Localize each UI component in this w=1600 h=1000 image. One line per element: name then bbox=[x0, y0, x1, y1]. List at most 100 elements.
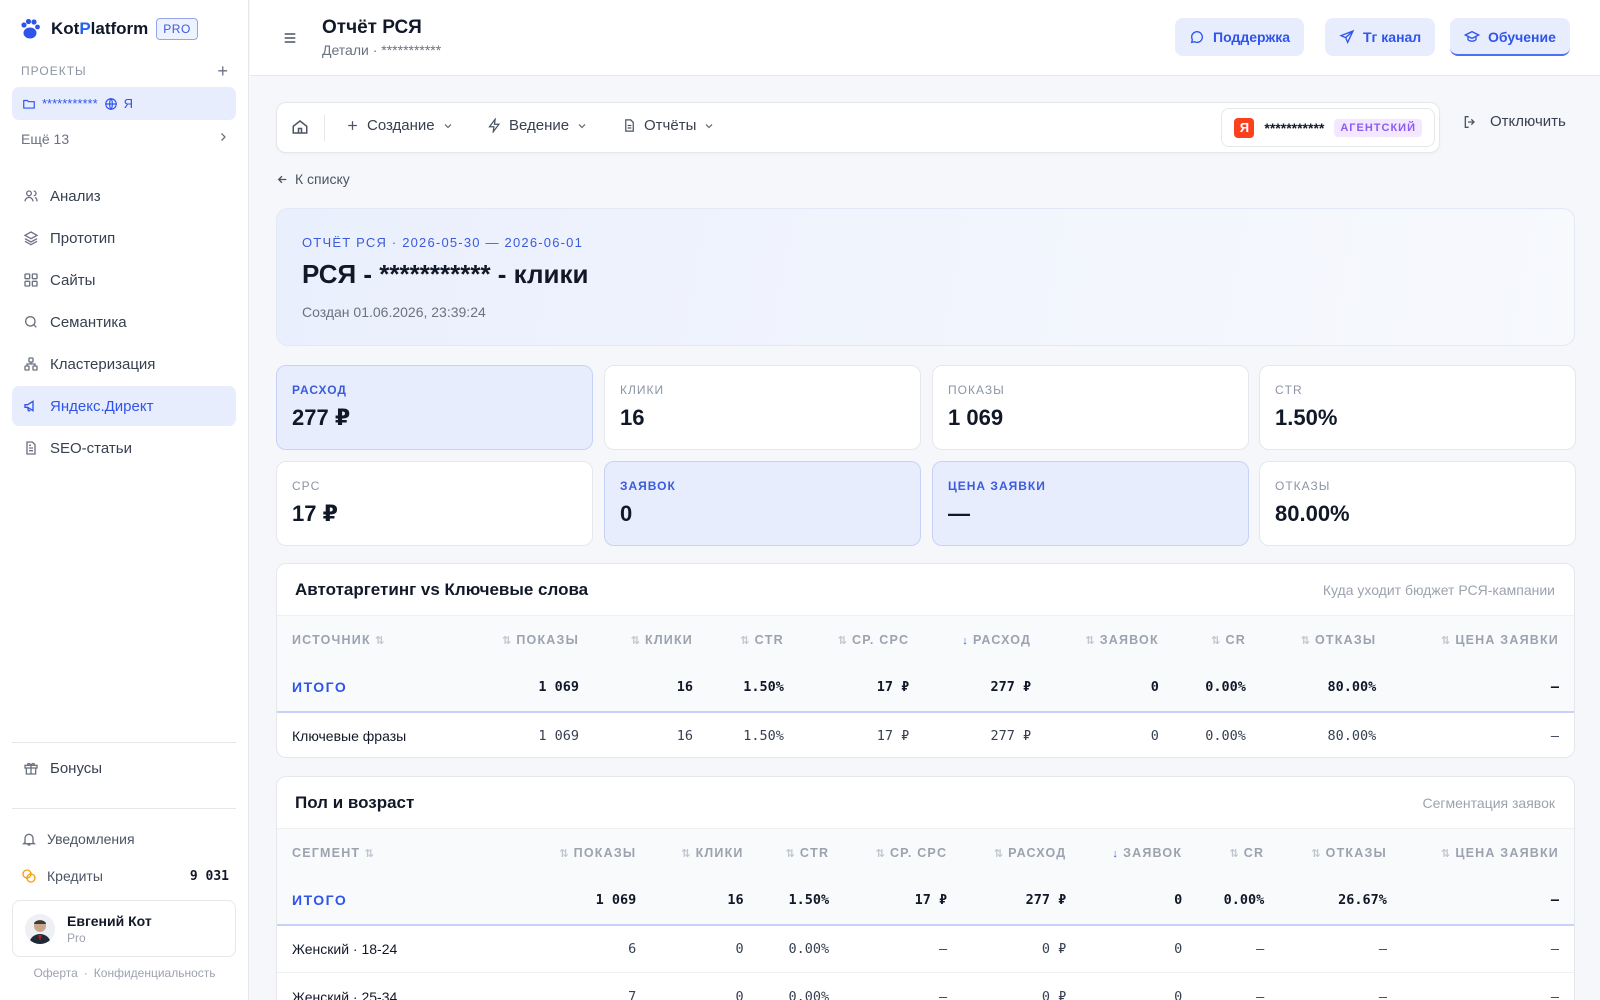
nav-item-seo-articles[interactable]: SEO-статьи bbox=[12, 428, 236, 468]
page-title: Отчёт РСЯ bbox=[322, 17, 422, 38]
table-cell: 0 bbox=[1081, 924, 1198, 973]
column-header-table2-0[interactable]: ⇅ ПОКАЗЫ bbox=[527, 828, 652, 877]
send-icon bbox=[1339, 29, 1355, 44]
column-header-table2-7[interactable]: ⇅ ОТКАЗЫ bbox=[1279, 828, 1402, 877]
privacy-link[interactable]: Конфиденциальность bbox=[94, 966, 216, 980]
column-header-table1-4[interactable]: ↓ РАСХОД bbox=[924, 615, 1047, 664]
column-header-table1-6[interactable]: ⇅ CR bbox=[1173, 615, 1261, 664]
brand-name: KotPlatform bbox=[51, 19, 149, 38]
table-cell: 6 bbox=[527, 924, 652, 973]
report-created: Создан 01.06.2026, 23:39:24 bbox=[302, 304, 486, 320]
column-header-table2-5[interactable]: ↓ ЗАЯВОК bbox=[1081, 828, 1198, 877]
create-menu[interactable]: Создание bbox=[345, 117, 454, 134]
project-engine: Я bbox=[123, 96, 134, 111]
column-header-table2-2[interactable]: ⇅ CTR bbox=[758, 828, 845, 877]
column-header-table1-5[interactable]: ⇅ ЗАЯВОК bbox=[1046, 615, 1174, 664]
offer-link[interactable]: Оферта bbox=[33, 966, 77, 980]
active-project[interactable]: *********** Я bbox=[12, 87, 236, 120]
table-cell: 1 069 bbox=[462, 663, 595, 713]
credits-row[interactable]: Кредиты 9 031 bbox=[21, 868, 229, 884]
table-cell: 0.00% bbox=[758, 924, 845, 973]
legal-links: Оферта · Конфиденциальность bbox=[33, 966, 216, 980]
nav-item-yandex-direct[interactable]: Яндекс.Директ bbox=[12, 386, 236, 426]
nav-item-semantics[interactable]: Семантика bbox=[12, 302, 236, 342]
logout-icon bbox=[1464, 115, 1475, 128]
column-header-table1-8[interactable]: ⇅ ЦЕНА ЗАЯВКИ bbox=[1391, 615, 1574, 664]
sort-icon: ⇅ bbox=[740, 634, 751, 647]
table-cell: — bbox=[1391, 711, 1574, 757]
account-selector[interactable]: Я *********** АГЕНТСКИЙ bbox=[1221, 108, 1435, 147]
sort-icon: ⇅ bbox=[1311, 847, 1322, 860]
nav-item-sites[interactable]: Сайты bbox=[12, 260, 236, 300]
telegram-button[interactable]: Тг канал bbox=[1325, 18, 1436, 56]
sort-icon: ⇅ bbox=[785, 847, 796, 860]
table-cell: 0 bbox=[1081, 972, 1198, 1000]
more-projects[interactable]: Ещё 13 bbox=[21, 131, 229, 147]
notifications-link[interactable]: Уведомления bbox=[21, 831, 229, 847]
nav-item-bonus[interactable]: Бонусы bbox=[12, 753, 236, 783]
sort-icon: ⇅ bbox=[993, 847, 1005, 860]
table-cell: 1.50% bbox=[707, 711, 799, 757]
back-to-list-link[interactable]: К списку bbox=[276, 171, 350, 187]
column-header-table2-3[interactable]: ⇅ СР. CPC bbox=[844, 828, 963, 877]
add-project-button[interactable]: + bbox=[217, 62, 229, 80]
logo[interactable]: KotPlatform PRO bbox=[18, 16, 198, 42]
row-label: ИТОГО bbox=[277, 876, 527, 926]
source-breakdown-card: Автотаргетинг vs Ключевые слова Куда ухо… bbox=[276, 563, 1575, 758]
support-button[interactable]: Поддержка bbox=[1175, 18, 1305, 56]
megaphone-icon bbox=[24, 400, 34, 412]
column-header-table1-2[interactable]: ⇅ CTR bbox=[707, 615, 799, 664]
column-header-table2-1[interactable]: ⇅ КЛИКИ bbox=[651, 828, 759, 877]
table-row: Женский · 25-34 7 0 0.00% —0 ₽0— — — bbox=[277, 972, 1574, 1000]
cluster-icon bbox=[24, 357, 38, 371]
column-header-table2-8[interactable]: ⇅ ЦЕНА ЗАЯВКИ bbox=[1401, 828, 1574, 877]
yandex-logo-icon: Я bbox=[1234, 117, 1255, 138]
column-header-table1-3[interactable]: ⇅ СР. CPC bbox=[798, 615, 925, 664]
chevron-down-icon bbox=[578, 123, 586, 128]
column-header-table1-1[interactable]: ⇅ КЛИКИ bbox=[594, 615, 708, 664]
column-header-table1-name[interactable]: ИСТОЧНИК ⇅ bbox=[277, 615, 462, 664]
arrow-left-icon bbox=[277, 175, 287, 183]
menu-icon[interactable] bbox=[282, 30, 298, 46]
user-plan: Pro bbox=[67, 930, 86, 945]
row-label: Женский · 18-24 bbox=[277, 924, 527, 973]
table-total-row: ИТОГО 1 069 16 1.50% 17 ₽277 ₽0 0.00% 26.67% — bbox=[277, 876, 1574, 926]
nav-item-prototype[interactable]: Прототип bbox=[12, 218, 236, 258]
users-icon bbox=[24, 190, 38, 202]
column-header-table2-name[interactable]: СЕГМЕНТ ⇅ bbox=[277, 828, 527, 877]
nav-item-analysis[interactable]: Анализ bbox=[12, 176, 236, 216]
column-header-table2-6[interactable]: ⇅ CR bbox=[1197, 828, 1280, 877]
gender-age-card: Пол и возраст Сегментация заявок СЕГМЕНТ… bbox=[276, 776, 1575, 1000]
column-header-table1-7[interactable]: ⇅ ОТКАЗЫ bbox=[1260, 615, 1392, 664]
sort-icon: ⇅ bbox=[1229, 847, 1240, 860]
learn-button[interactable]: Обучение bbox=[1450, 18, 1570, 56]
bonus-link[interactable]: Бонусы bbox=[12, 753, 236, 785]
disconnect-button[interactable]: Отключить bbox=[1462, 113, 1566, 130]
table-cell: 16 bbox=[651, 876, 759, 926]
table-total-row: ИТОГО 1 069 16 1.50% 17 ₽277 ₽0 0.00% 80.00% — bbox=[277, 663, 1574, 713]
segment-table: СЕГМЕНТ ⇅ ⇅ ПОКАЗЫ ⇅ КЛИКИ ⇅ CTR ⇅ СР. CPC ⇅ РАСХО… bbox=[277, 828, 1574, 1000]
user-card[interactable]: Евгений Кот Pro bbox=[12, 900, 236, 957]
nav-item-clustering[interactable]: Кластеризация bbox=[12, 344, 236, 384]
row-label: Ключевые фразы bbox=[277, 711, 462, 757]
table-cell: 1 069 bbox=[462, 711, 595, 757]
table-cell: 7 bbox=[527, 972, 652, 1000]
folder-icon bbox=[23, 99, 35, 109]
manage-menu[interactable]: Ведение bbox=[487, 117, 588, 134]
column-header-table1-0[interactable]: ⇅ ПОКАЗЫ bbox=[462, 615, 595, 664]
kpi-bounce: ОТКАЗЫ 80.00% bbox=[1259, 461, 1576, 546]
column-header-table2-4[interactable]: ⇅ РАСХОД bbox=[962, 828, 1082, 877]
card-title: Пол и возраст bbox=[295, 793, 415, 812]
agency-badge: АГЕНТСКИЙ bbox=[1334, 118, 1422, 137]
home-icon[interactable] bbox=[291, 118, 309, 136]
kpi-ctr: CTR 1.50% bbox=[1259, 365, 1576, 450]
table-cell: — bbox=[844, 924, 963, 973]
table-cell: 0.00% bbox=[1173, 663, 1261, 713]
pro-badge: PRO bbox=[156, 18, 198, 40]
sidebar: KotPlatform PRO ПРОЕКТЫ + *********** Я … bbox=[0, 0, 249, 1000]
user-name: Евгений Кот bbox=[67, 912, 152, 929]
table-cell: 80.00% bbox=[1260, 711, 1392, 757]
chat-icon bbox=[1190, 31, 1203, 44]
reports-menu[interactable]: Отчёты bbox=[622, 117, 715, 134]
table-cell: — bbox=[1401, 876, 1574, 926]
